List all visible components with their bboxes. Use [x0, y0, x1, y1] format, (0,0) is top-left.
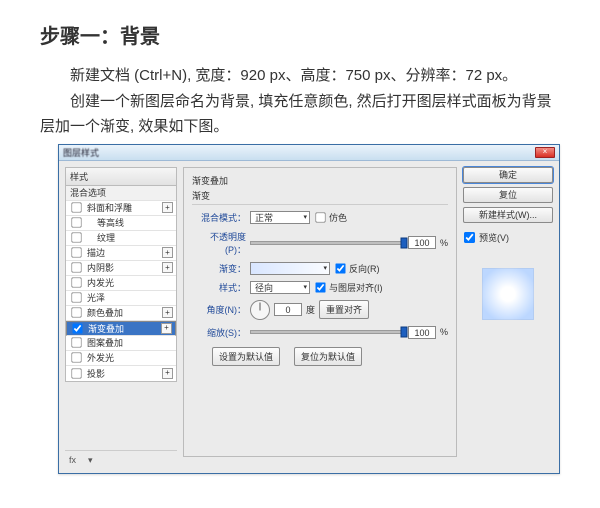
style-select[interactable]: 径向 ▾ — [250, 281, 310, 294]
style-item-label: 斜面和浮雕 — [87, 201, 162, 214]
style-item-label: 内发光 — [87, 276, 173, 289]
fx-arrow-icon[interactable]: ▾ — [84, 454, 97, 467]
style-item-label: 图案叠加 — [87, 336, 173, 349]
close-button[interactable]: × — [535, 147, 555, 158]
style-item[interactable]: 等高线 — [66, 216, 176, 231]
section-sublabel: 渐变 — [192, 189, 448, 202]
style-item-label: 等高线 — [87, 216, 173, 229]
gradient-label: 渐变： — [192, 262, 246, 275]
style-item[interactable]: 图案叠加 — [66, 336, 176, 351]
dither-checkbox[interactable]: 仿色 — [314, 211, 347, 224]
ok-button[interactable]: 确定 — [463, 167, 553, 183]
style-item[interactable]: 描边+ — [66, 246, 176, 261]
style-item[interactable]: 斜面和浮雕+ — [66, 201, 176, 216]
step-paragraph-1: 新建文档 (Ctrl+N), 宽度：920 px、高度：750 px、分辨率：7… — [40, 63, 560, 89]
step-paragraph-2: 创建一个新图层命名为背景, 填充任意颜色, 然后打开图层样式面板为背景层加一个渐… — [40, 89, 560, 140]
chevron-down-icon: ▾ — [323, 264, 327, 272]
style-item-label: 外发光 — [87, 351, 173, 364]
gradient-swatch[interactable]: ▾ — [250, 262, 330, 275]
style-item[interactable]: 混合选项 — [66, 186, 176, 201]
style-item[interactable]: 光泽 — [66, 291, 176, 306]
fx-label[interactable]: fx — [65, 454, 80, 467]
dialog-title: 图层样式 — [63, 146, 99, 159]
opacity-value[interactable]: 100 — [408, 236, 436, 249]
reverse-checkbox[interactable]: 反向(R) — [334, 262, 380, 275]
cancel-button[interactable]: 复位 — [463, 187, 553, 203]
titlebar[interactable]: 图层样式 × — [59, 145, 559, 161]
reset-align-button[interactable]: 重置对齐 — [319, 300, 369, 319]
preview-checkbox[interactable]: 预览(V) — [463, 231, 553, 244]
opacity-unit: % — [440, 238, 448, 248]
style-label: 样式： — [192, 281, 246, 294]
make-default-button[interactable]: 设置为默认值 — [212, 347, 280, 366]
angle-label: 角度(N)： — [192, 303, 246, 316]
scale-label: 缩放(S)： — [192, 326, 246, 339]
blend-mode-label: 混合模式： — [192, 211, 246, 224]
style-item-label: 纹理 — [87, 231, 173, 244]
plus-icon[interactable]: + — [162, 247, 173, 258]
reset-default-button[interactable]: 复位为默认值 — [294, 347, 362, 366]
styles-list: 混合选项斜面和浮雕+等高线纹理描边+内阴影+内发光光泽颜色叠加+渐变叠加+图案叠… — [65, 186, 177, 382]
style-item[interactable]: 渐变叠加+ — [66, 321, 176, 336]
opacity-label: 不透明度(P)： — [192, 230, 246, 256]
scale-value[interactable]: 100 — [408, 326, 436, 339]
plus-icon[interactable]: + — [162, 307, 173, 318]
style-item-label: 颜色叠加 — [87, 306, 162, 319]
opacity-slider[interactable] — [250, 237, 404, 249]
plus-icon[interactable]: + — [161, 323, 172, 334]
chevron-down-icon: ▾ — [303, 213, 307, 221]
scale-slider[interactable] — [250, 326, 404, 338]
layer-style-dialog: 图层样式 × 样式 混合选项斜面和浮雕+等高线纹理描边+内阴影+内发光光泽颜色叠… — [58, 144, 560, 474]
preview-swatch — [482, 268, 534, 320]
fx-bar: fx ▾ — [65, 450, 177, 467]
style-item[interactable]: 纹理 — [66, 231, 176, 246]
style-item-label: 描边 — [87, 246, 162, 259]
plus-icon[interactable]: + — [162, 368, 173, 379]
plus-icon[interactable]: + — [162, 262, 173, 273]
styles-header: 样式 — [65, 167, 177, 186]
angle-unit: 度 — [306, 303, 315, 316]
blend-mode-select[interactable]: 正常 ▾ — [250, 211, 310, 224]
styles-panel: 样式 混合选项斜面和浮雕+等高线纹理描边+内阴影+内发光光泽颜色叠加+渐变叠加+… — [65, 167, 177, 467]
style-item[interactable]: 颜色叠加+ — [66, 306, 176, 321]
style-item[interactable]: 外发光 — [66, 351, 176, 366]
new-style-button[interactable]: 新建样式(W)... — [463, 207, 553, 223]
step-heading: 步骤一：背景 — [40, 20, 560, 49]
style-item[interactable]: 内发光 — [66, 276, 176, 291]
plus-icon[interactable]: + — [162, 202, 173, 213]
action-panel: 确定 复位 新建样式(W)... 预览(V) — [463, 167, 553, 320]
chevron-down-icon: ▾ — [303, 283, 307, 291]
style-item[interactable]: 内阴影+ — [66, 261, 176, 276]
scale-unit: % — [440, 327, 448, 337]
style-item-label: 内阴影 — [87, 261, 162, 274]
angle-value[interactable]: 0 — [274, 303, 302, 316]
style-item-label: 投影 — [87, 367, 162, 380]
angle-dial[interactable] — [250, 300, 270, 320]
gradient-overlay-panel: 渐变叠加 渐变 混合模式： 正常 ▾ 仿色 不透明度(P)： 10 — [183, 167, 457, 457]
align-layer-checkbox[interactable]: 与图层对齐(I) — [314, 281, 383, 294]
section-title: 渐变叠加 — [192, 174, 448, 187]
style-item-label: 光泽 — [87, 291, 173, 304]
style-item-label: 混合选项 — [70, 186, 173, 199]
style-item-label: 渐变叠加 — [88, 322, 161, 335]
style-item[interactable]: 投影+ — [66, 366, 176, 381]
